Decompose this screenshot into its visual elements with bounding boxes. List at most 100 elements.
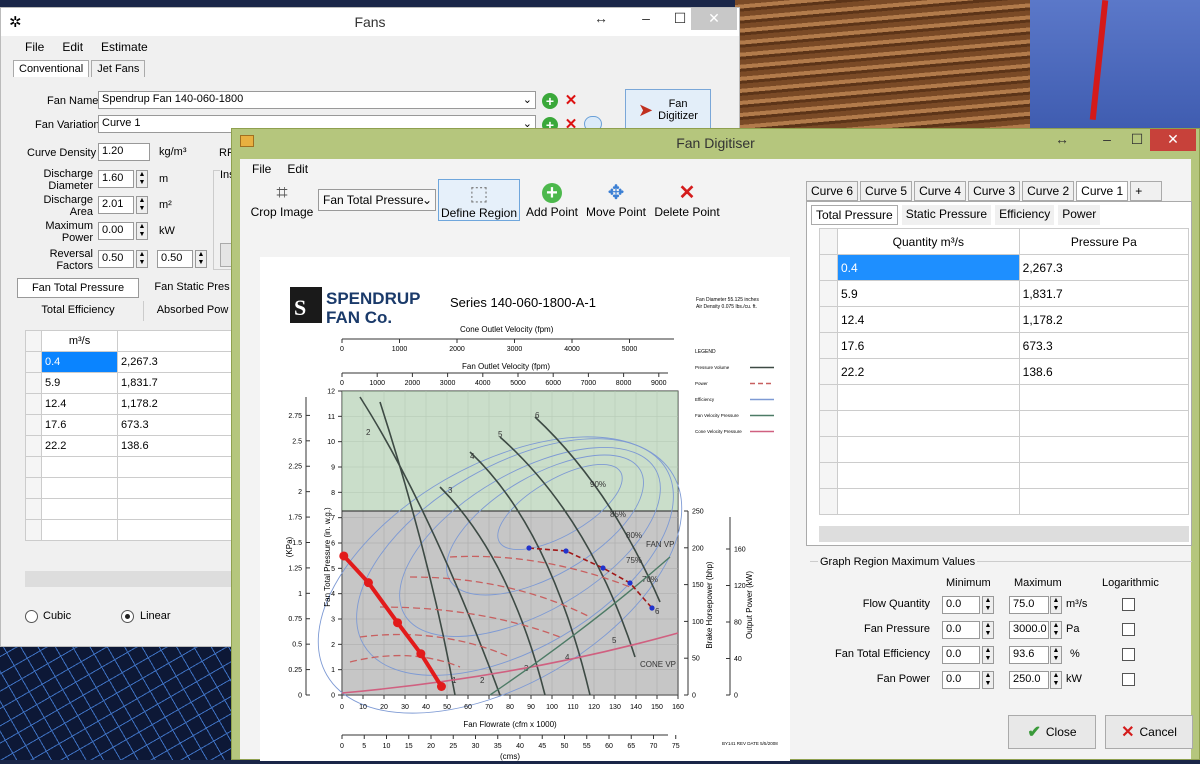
cell-pressure[interactable]: 138.6	[117, 435, 235, 457]
flow-max-input[interactable]: 75.0	[1009, 596, 1049, 614]
power-log-checkbox[interactable]	[1122, 673, 1135, 686]
power-point[interactable]	[526, 545, 532, 551]
maximize-button[interactable]: ☐	[1122, 129, 1152, 151]
cubic-radio[interactable]	[25, 610, 38, 623]
reversal-stepper-1[interactable]: ▲ ▼	[136, 250, 148, 268]
table-row[interactable]	[25, 456, 235, 478]
cell-pressure[interactable]: 673.3	[117, 414, 235, 436]
cell-quantity[interactable]: 5.9	[837, 280, 1020, 307]
pressure-point[interactable]	[339, 551, 349, 561]
cell-quantity[interactable]: 12.4	[837, 306, 1020, 333]
tab-absorbed-power[interactable]: Absorbed Pow	[143, 301, 241, 321]
minimize-button[interactable]: –	[1092, 129, 1122, 151]
cell-quantity[interactable]: 22.2	[837, 358, 1020, 385]
crop-image-button[interactable]: ⌗ Crop Image	[250, 181, 314, 219]
table-row[interactable]: 17.6 673.3	[25, 414, 235, 436]
cell-pressure[interactable]: 1,831.7	[1018, 280, 1190, 307]
flow-min-input[interactable]: 0.0	[942, 596, 980, 614]
cell-pressure[interactable]: 1,178.2	[117, 393, 235, 415]
reversal-stepper-2[interactable]: ▲ ▼	[195, 250, 207, 268]
discharge-diameter-input[interactable]: 1.60	[98, 170, 134, 188]
cell-pressure[interactable]: 673.3	[1018, 332, 1190, 359]
pressure-min-stepper[interactable]: ▲ ▼	[982, 621, 994, 639]
max-power-input[interactable]: 0.00	[98, 222, 134, 240]
fan-curve-image[interactable]: S SPENDRUP FAN Co. Series 140-060-1800-A…	[260, 257, 790, 761]
efficiency-max-input[interactable]: 93.6	[1009, 646, 1049, 664]
close-dialog-button[interactable]: ✔ Close	[1008, 715, 1096, 749]
minimize-button[interactable]: –	[631, 8, 661, 30]
tab-fan-static-pressure[interactable]: Fan Static Pres	[143, 278, 241, 298]
tab-curve-6[interactable]: Curve 6	[806, 181, 859, 201]
delete-point-button[interactable]: ✕ Delete Point	[654, 181, 720, 219]
close-button[interactable]: ✕	[691, 8, 737, 30]
reversal-factor-input-2[interactable]: 0.50	[157, 250, 193, 268]
pressure-min-input[interactable]: 0.0	[942, 621, 980, 639]
menu-estimate[interactable]: Estimate	[101, 40, 148, 54]
cell-flow[interactable]: 17.6	[40, 414, 119, 436]
resize-icon[interactable]: ↔	[586, 8, 616, 30]
tab-curve-4[interactable]: Curve 4	[914, 181, 967, 201]
power-min-stepper[interactable]: ▲ ▼	[982, 671, 994, 689]
power-point[interactable]	[627, 580, 633, 586]
cell-pressure[interactable]: 138.6	[1018, 358, 1190, 385]
tab-total-pressure[interactable]: Total Pressure	[811, 205, 898, 225]
pressure-log-checkbox[interactable]	[1122, 623, 1135, 636]
flow-log-checkbox[interactable]	[1122, 598, 1135, 611]
reversal-factor-input-1[interactable]: 0.50	[98, 250, 134, 268]
table-row[interactable]	[819, 384, 1190, 411]
table-row[interactable]	[25, 519, 235, 541]
power-max-stepper[interactable]: ▲ ▼	[1050, 671, 1062, 689]
add-fan-icon[interactable]: +	[542, 93, 558, 109]
fan-curve-svg[interactable]: S SPENDRUP FAN Co. Series 140-060-1800-A…	[260, 257, 790, 761]
power-max-input[interactable]: 250.0	[1009, 671, 1049, 689]
cell-flow[interactable]: 5.9	[40, 372, 119, 394]
power-point[interactable]	[649, 605, 655, 611]
move-point-button[interactable]: ✥ Move Point	[585, 181, 647, 219]
cell-quantity[interactable]: 17.6	[837, 332, 1020, 359]
efficiency-max-stepper[interactable]: ▲ ▼	[1050, 646, 1062, 664]
cell-flow[interactable]: 22.2	[40, 435, 119, 457]
efficiency-min-input[interactable]: 0.0	[942, 646, 980, 664]
define-region-button[interactable]: ⬚ Define Region	[438, 179, 520, 221]
pressure-max-stepper[interactable]: ▲ ▼	[1050, 621, 1062, 639]
table-row[interactable]	[819, 462, 1190, 489]
menu-edit[interactable]: Edit	[62, 40, 83, 54]
table-row[interactable]: 12.4 1,178.2	[819, 306, 1190, 333]
tab-curve-5[interactable]: Curve 5	[860, 181, 913, 201]
table-row[interactable]: 17.6 673.3	[819, 332, 1190, 359]
flow-min-stepper[interactable]: ▲ ▼	[982, 596, 994, 614]
area-stepper[interactable]: ▲ ▼	[136, 196, 148, 214]
flow-max-stepper[interactable]: ▲ ▼	[1050, 596, 1062, 614]
table-row[interactable]: 22.2 138.6	[819, 358, 1190, 385]
delete-fan-icon[interactable]: ✕	[563, 93, 579, 109]
tab-conventional[interactable]: Conventional	[13, 60, 90, 77]
power-point[interactable]	[563, 548, 569, 554]
fan-name-select[interactable]: Spendrup Fan 140-060-1800 ⌄	[98, 91, 536, 109]
table-row[interactable]	[25, 498, 235, 520]
linear-radio[interactable]	[121, 610, 134, 623]
tab-curve-2[interactable]: Curve 2	[1022, 181, 1075, 201]
resize-icon[interactable]: ↔	[1047, 129, 1077, 151]
curve-type-select[interactable]: Fan Total Pressure ⌄	[318, 189, 436, 211]
efficiency-min-stepper[interactable]: ▲ ▼	[982, 646, 994, 664]
power-min-input[interactable]: 0.0	[942, 671, 980, 689]
efficiency-log-checkbox[interactable]	[1122, 648, 1135, 661]
pressure-point[interactable]	[363, 578, 373, 588]
tab-curve-1[interactable]: Curve 1	[1076, 181, 1129, 201]
cell-pressure[interactable]: 2,267.3	[1018, 254, 1190, 281]
table-row[interactable]: 12.4 1,178.2	[25, 393, 235, 415]
cell-pressure[interactable]: 2,267.3	[117, 351, 235, 373]
add-curve-tab[interactable]: +	[1130, 181, 1163, 201]
table-row[interactable]	[819, 488, 1190, 515]
table-row[interactable]	[25, 477, 235, 499]
menu-file[interactable]: File	[252, 162, 271, 176]
menu-file[interactable]: File	[25, 40, 44, 54]
curve-density-input[interactable]: 1.20	[98, 143, 150, 161]
cell-flow[interactable]: 12.4	[40, 393, 119, 415]
fan-digitizer-button[interactable]: ➤ Fan Digitizer	[625, 89, 711, 131]
add-point-button[interactable]: + Add Point	[524, 181, 580, 219]
diameter-stepper[interactable]: ▲ ▼	[136, 170, 148, 188]
table-row[interactable]	[819, 410, 1190, 437]
pressure-point[interactable]	[436, 681, 446, 691]
cell-flow[interactable]: 0.4	[40, 351, 119, 373]
